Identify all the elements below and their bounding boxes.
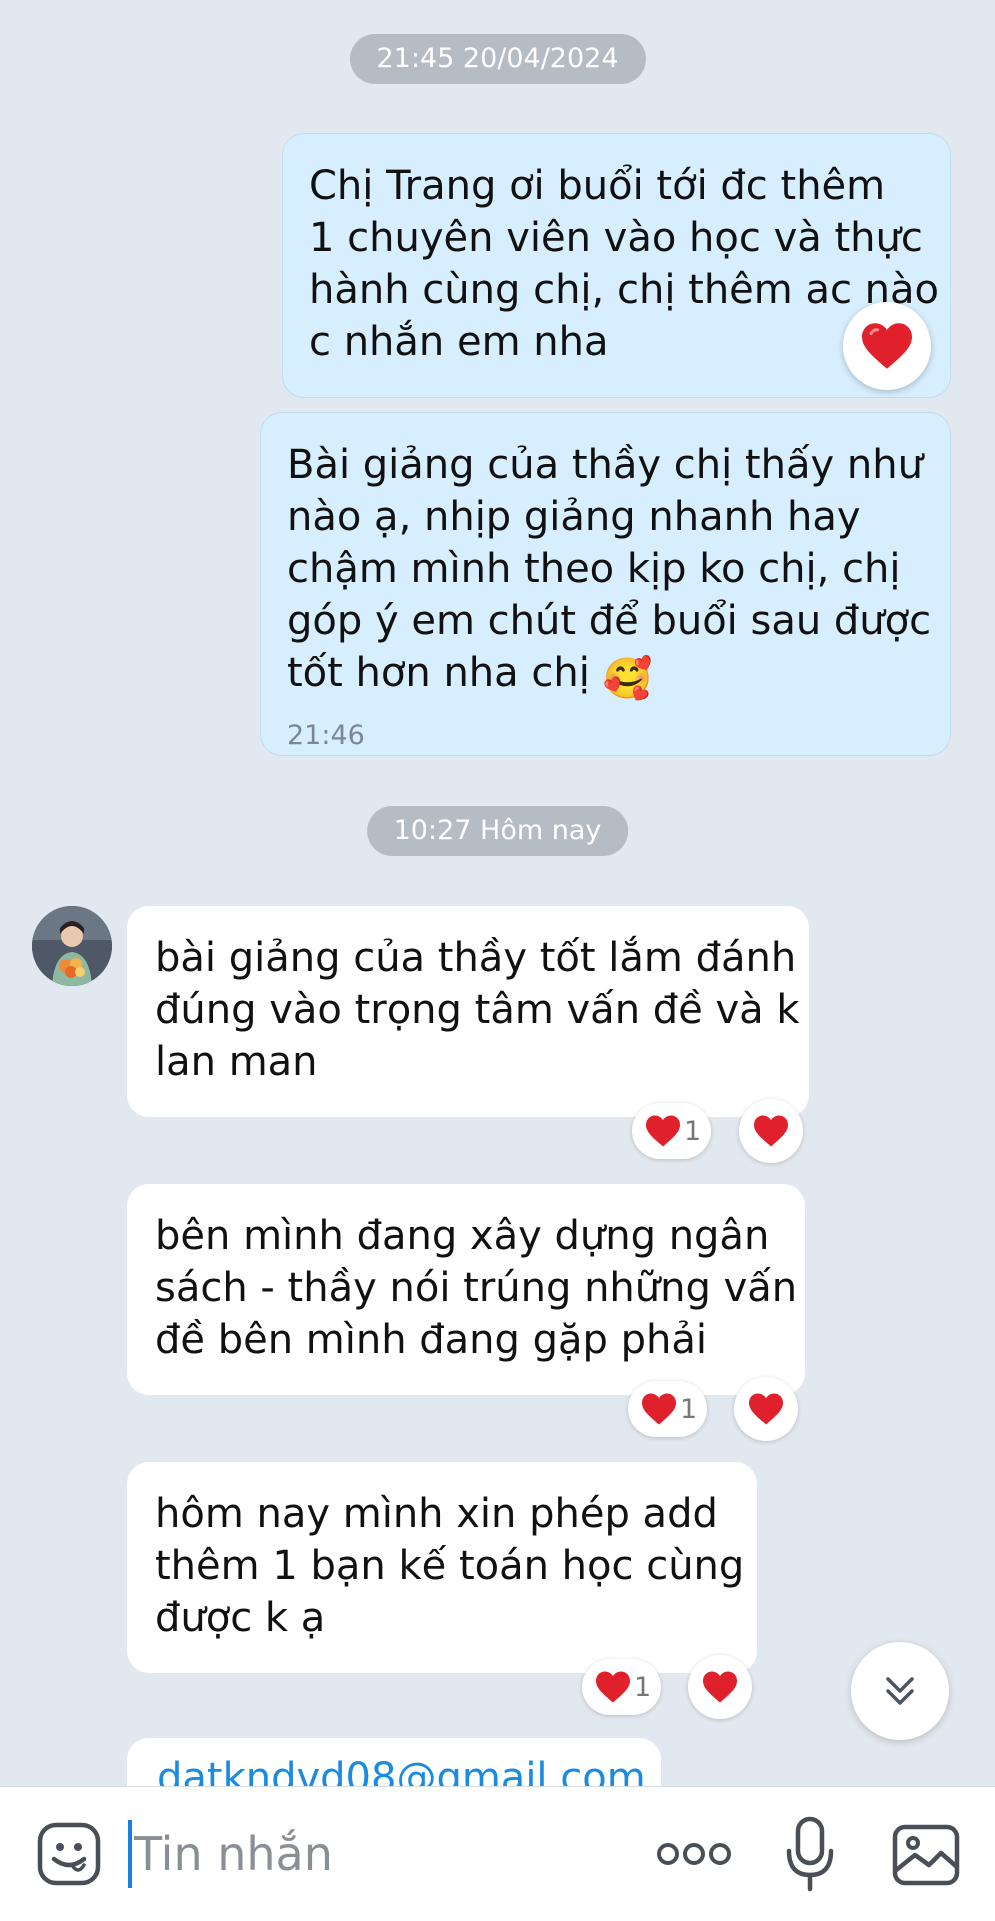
message-line: chậm mình theo kịp ko chị, chị [287, 546, 901, 592]
message-line: bên mình đang xây dựng ngân [155, 1213, 770, 1259]
message-line: 1 chuyên viên vào học và thực [309, 215, 923, 261]
avatar-photo-icon [32, 906, 112, 986]
heart-icon [646, 1115, 680, 1147]
message-line: sách - thầy nói trúng những vấn [155, 1265, 798, 1311]
incoming-message-partial[interactable]: datkndvd08@gmail.com [127, 1738, 661, 1786]
message-line: góp ý em chút để buổi sau được [287, 598, 932, 644]
text-cursor [128, 1820, 132, 1888]
incoming-message[interactable]: bài giảng của thầy tốt lắm đánh đúng vào… [127, 906, 809, 1117]
message-line: tốt hơn nha chị 🥰 [287, 647, 924, 705]
message-time: 21:46 [287, 720, 365, 751]
reaction-count: 1 [684, 1115, 702, 1147]
heart-icon [754, 1115, 788, 1147]
double-chevron-down-icon [886, 1677, 914, 1705]
reaction-summary[interactable]: 1 [632, 1103, 712, 1159]
scroll-to-bottom-button[interactable] [851, 1642, 949, 1740]
message-line: Chị Trang ơi buổi tới đc thêm [309, 163, 886, 209]
smiling-face-with-hearts-emoji: 🥰 [602, 656, 653, 702]
add-reaction-button[interactable] [688, 1655, 752, 1719]
heart-icon [749, 1393, 783, 1425]
sticker-icon [37, 1822, 101, 1886]
message-text: tốt hơn nha chị [287, 650, 590, 696]
heart-icon [862, 323, 912, 369]
more-icon [657, 1843, 731, 1865]
reaction-summary[interactable]: 1 [582, 1659, 662, 1715]
message-line: đúng vào trọng tâm vấn đề và k [155, 987, 800, 1033]
message-line: nào ạ, nhịp giảng nhanh hay [287, 494, 861, 540]
sticker-button[interactable] [34, 1819, 104, 1889]
message-line: bài giảng của thầy tốt lắm đánh [155, 935, 797, 981]
message-line: đề bên mình đang gặp phải [155, 1317, 708, 1363]
message-line: hành cùng chị, chị thêm ac nào [309, 267, 940, 313]
incoming-message[interactable]: hôm nay mình xin phép add thêm 1 bạn kế … [127, 1462, 757, 1673]
message-line: lan man [155, 1039, 318, 1085]
reaction-count: 1 [680, 1393, 698, 1425]
more-options-button[interactable] [654, 1831, 734, 1877]
heart-icon [596, 1671, 630, 1703]
message-line: được k ạ [155, 1595, 326, 1641]
voice-record-button[interactable] [780, 1813, 840, 1895]
date-separator: 21:45 20/04/2024 [349, 34, 646, 84]
contact-avatar[interactable] [32, 906, 112, 986]
image-icon [892, 1824, 960, 1886]
date-separator: 10:27 Hôm nay [366, 806, 629, 856]
microphone-icon [786, 1816, 834, 1892]
reaction-count: 1 [634, 1671, 652, 1703]
message-line: Bài giảng của thầy chị thấy như [287, 442, 923, 488]
heart-reaction-button[interactable] [843, 302, 931, 390]
email-link[interactable]: datkndvd08@gmail.com [157, 1755, 646, 1786]
reaction-summary[interactable]: 1 [628, 1381, 708, 1437]
add-reaction-button[interactable] [739, 1099, 803, 1163]
incoming-message[interactable]: bên mình đang xây dựng ngân sách - thầy … [127, 1184, 805, 1395]
heart-icon [703, 1671, 737, 1703]
message-line: hôm nay mình xin phép add [155, 1491, 718, 1537]
message-line: c nhắn em nha [309, 319, 609, 365]
message-input[interactable] [134, 1822, 604, 1886]
add-reaction-button[interactable] [734, 1377, 798, 1441]
outgoing-message[interactable]: Bài giảng của thầy chị thấy như nào ạ, n… [260, 412, 951, 756]
image-picker-button[interactable] [888, 1817, 964, 1893]
message-line: thêm 1 bạn kế toán học cùng [155, 1543, 745, 1589]
conversation-view[interactable]: 21:45 20/04/2024 Chị Trang ơi buổi tới đ… [0, 0, 995, 1786]
heart-icon [642, 1393, 676, 1425]
